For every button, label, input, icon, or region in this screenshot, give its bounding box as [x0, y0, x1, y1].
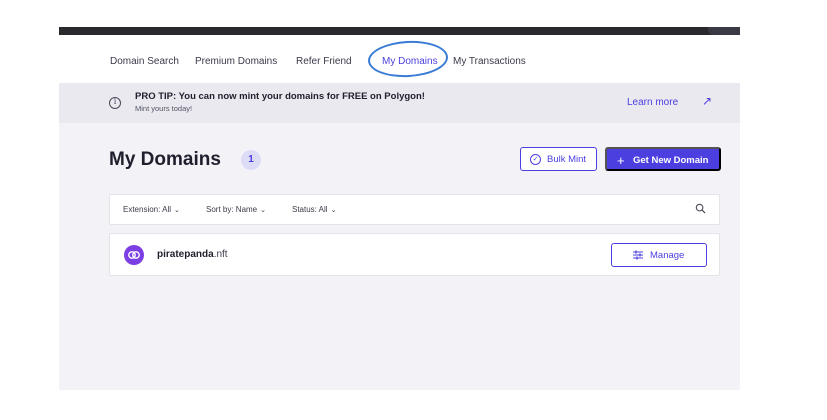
manage-button[interactable]: Manage: [611, 243, 707, 267]
nav-item-my-transactions[interactable]: My Transactions: [453, 56, 526, 67]
sort-filter-label: Sort by: Name: [206, 205, 258, 214]
filter-bar: Extension: All ⌄ Sort by: Name ⌄ Status: A…: [109, 194, 720, 225]
manage-label: Manage: [650, 250, 685, 261]
status-filter-label: Status: All: [292, 205, 328, 214]
domain-count-badge: 1: [241, 150, 261, 170]
status-filter[interactable]: Status: All ⌄: [292, 205, 336, 214]
polygon-logo-icon: [124, 245, 144, 265]
check-circle-icon: ✓: [530, 154, 541, 165]
chevron-down-icon: ⌄: [330, 207, 337, 214]
arrow-up-right-icon[interactable]: ↗: [702, 94, 712, 108]
search-icon[interactable]: [695, 203, 706, 214]
domain-row[interactable]: piratepanda.nft Manage: [109, 233, 720, 276]
app-frame: Domain Search Premium Domains Refer Frie…: [59, 27, 740, 390]
sliders-icon: [633, 250, 643, 260]
learn-more-link[interactable]: Learn more: [627, 97, 678, 108]
extension-filter[interactable]: Extension: All ⌄: [123, 205, 180, 214]
pro-tip-title: PRO TIP: You can now mint your domains f…: [135, 91, 425, 102]
page-title: My Domains: [109, 149, 221, 170]
extension-filter-label: Extension: All: [123, 205, 172, 214]
get-new-domain-button[interactable]: + Get New Domain: [605, 147, 721, 171]
nav-item-refer-friend[interactable]: Refer Friend: [296, 56, 352, 67]
sort-filter[interactable]: Sort by: Name ⌄: [206, 205, 266, 214]
get-new-domain-label: Get New Domain: [633, 155, 709, 166]
domain-name[interactable]: piratepanda.nft: [157, 249, 228, 260]
top-bar: [59, 27, 740, 35]
nav-item-domain-search[interactable]: Domain Search: [110, 56, 179, 67]
chevron-down-icon: ⌄: [260, 207, 267, 214]
domain-tld: .nft: [213, 249, 228, 260]
pro-tip-banner: PRO TIP: You can now mint your domains f…: [59, 83, 740, 123]
info-circle-icon: [109, 97, 121, 109]
chevron-down-icon: ⌄: [174, 207, 180, 214]
annotation-circle: [367, 38, 449, 80]
plus-icon: +: [617, 153, 625, 168]
bulk-mint-label: Bulk Mint: [547, 154, 587, 165]
bulk-mint-button[interactable]: ✓ Bulk Mint: [520, 147, 597, 171]
domain-sld: piratepanda: [157, 249, 214, 260]
pro-tip-subtitle: Mint yours today!: [135, 104, 193, 113]
main-nav: Domain Search Premium Domains Refer Frie…: [59, 35, 740, 83]
top-bar-accent: [708, 27, 740, 35]
nav-item-premium-domains[interactable]: Premium Domains: [195, 56, 277, 67]
